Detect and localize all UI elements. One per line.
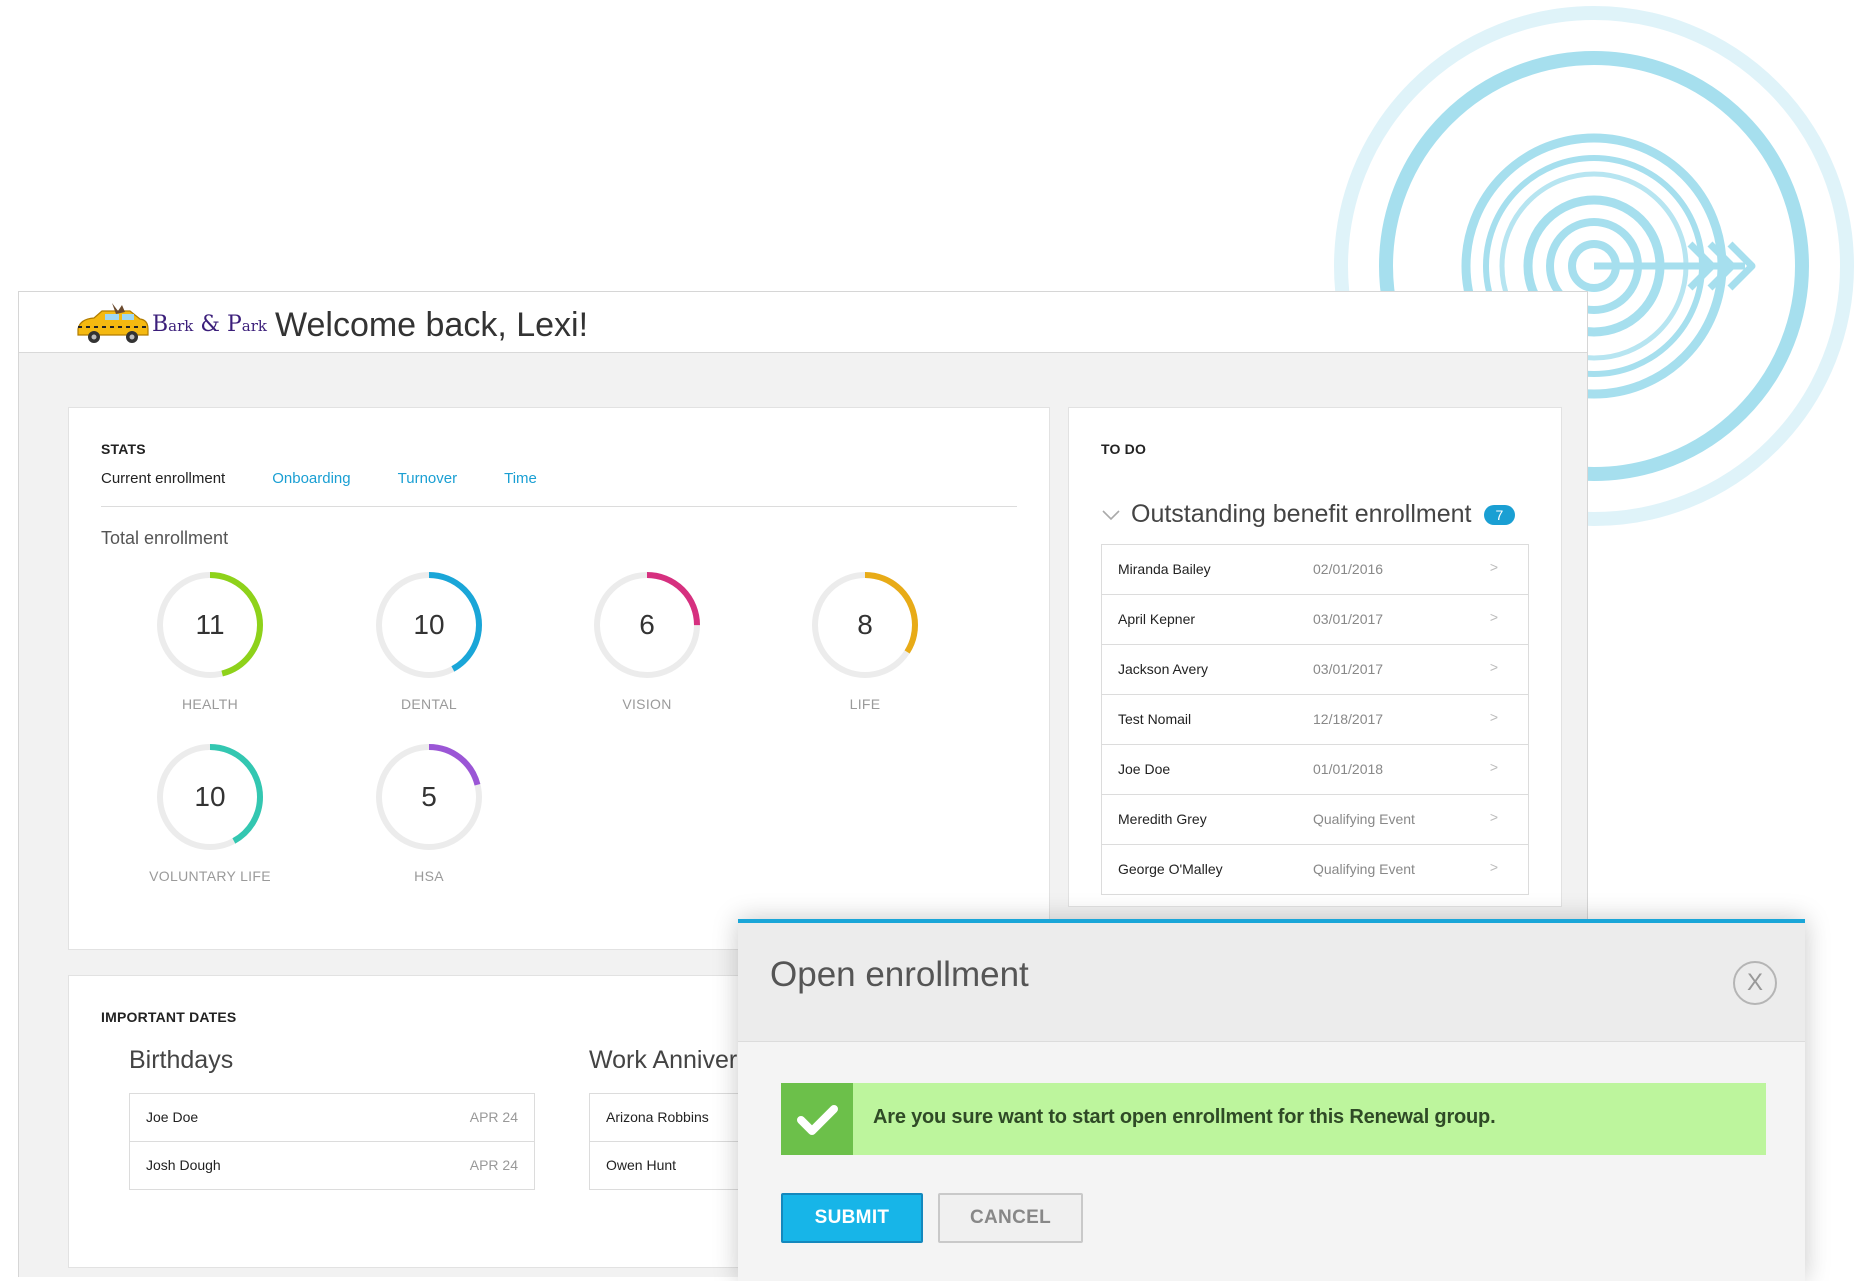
donut-value: 6 <box>639 609 655 640</box>
donut-value: 10 <box>194 781 226 812</box>
donut-label: VISION <box>622 696 672 712</box>
employee-name: Joe Doe <box>1118 761 1171 777</box>
todo-row[interactable]: Joe Doe 01/01/2018 > <box>1102 745 1528 795</box>
donut-label: HSA <box>414 868 444 884</box>
birthdays-list: Joe Doe APR 24 Josh Dough APR 24 <box>129 1093 535 1190</box>
enrollment-date: 02/01/2016 <box>1313 561 1384 577</box>
birthdays-title: Birthdays <box>129 1046 234 1074</box>
todo-row[interactable]: Jackson Avery 03/01/2017 > <box>1102 645 1528 695</box>
todo-heading: Outstanding benefit enrollment <box>1131 500 1472 528</box>
donut-value: 8 <box>857 609 873 640</box>
person-name: Arizona Robbins <box>606 1109 709 1125</box>
chevron-right-icon: > <box>1489 559 1498 575</box>
todo-row[interactable]: Miranda Bailey 02/01/2016 > <box>1102 545 1528 595</box>
important-dates-title: IMPORTANT DATES <box>101 1009 237 1025</box>
tab-turnover[interactable]: Turnover <box>398 470 457 490</box>
employee-name: Miranda Bailey <box>1118 561 1211 577</box>
open-enrollment-modal: Open enrollment X Are you sure want to s… <box>738 919 1805 1281</box>
tab-onboarding[interactable]: Onboarding <box>272 470 350 490</box>
todo-section-toggle[interactable]: Outstanding benefit enrollment 7 <box>1101 500 1516 529</box>
todo-row[interactable]: Test Nomail 12/18/2017 > <box>1102 695 1528 745</box>
brand-name: Bark & Park <box>152 312 267 337</box>
modal-header: Open enrollment X <box>738 923 1805 1042</box>
chevron-right-icon: > <box>1489 859 1498 875</box>
donut-vision: 6 VISION <box>592 570 702 712</box>
chevron-down-icon <box>1102 509 1120 520</box>
enrollment-date: Qualifying Event <box>1313 811 1415 827</box>
enrollment-date: 03/01/2017 <box>1313 661 1384 677</box>
chevron-right-icon: > <box>1489 809 1498 825</box>
divider <box>101 506 1017 507</box>
modal-title: Open enrollment <box>770 955 1029 994</box>
list-item: Joe Doe APR 24 <box>130 1094 534 1142</box>
submit-button[interactable]: SUBMIT <box>781 1193 923 1243</box>
donut-value: 10 <box>413 609 445 640</box>
stats-tabs: Current enrollment Onboarding Turnover T… <box>101 470 584 490</box>
donut-label: LIFE <box>849 696 881 712</box>
list-item: Josh Dough APR 24 <box>130 1142 534 1190</box>
donut-dental: 10 DENTAL <box>374 570 484 712</box>
todo-list: Miranda Bailey 02/01/2016 > April Kepner 03… <box>1101 544 1529 895</box>
todo-row[interactable]: Meredith Grey Qualifying Event > <box>1102 795 1528 845</box>
todo-row[interactable]: George O'Malley Qualifying Event > <box>1102 845 1528 895</box>
employee-name: George O'Malley <box>1118 861 1223 877</box>
donut-voluntary-life: 10 VOLUNTARY LIFE <box>149 742 271 884</box>
stats-subtitle: Total enrollment <box>101 528 229 548</box>
donut-life: 8 LIFE <box>810 570 920 712</box>
cancel-button[interactable]: CANCEL <box>938 1193 1083 1243</box>
close-icon[interactable]: X <box>1733 961 1777 1005</box>
enrollment-date: 03/01/2017 <box>1313 611 1384 627</box>
donut-label: DENTAL <box>401 696 457 712</box>
enrollment-date: 12/18/2017 <box>1313 711 1384 727</box>
employee-name: Jackson Avery <box>1118 661 1209 677</box>
stats-card: STATS Current enrollment Onboarding Turn… <box>68 407 1050 950</box>
donut-label: HEALTH <box>182 696 238 712</box>
employee-name: Test Nomail <box>1118 711 1192 727</box>
date-label: APR 24 <box>469 1157 518 1173</box>
donut-label: VOLUNTARY LIFE <box>149 868 271 884</box>
todo-title: TO DO <box>1101 441 1147 457</box>
donut-value: 11 <box>195 609 225 640</box>
todo-row[interactable]: April Kepner 03/01/2017 > <box>1102 595 1528 645</box>
count-badge: 7 <box>1483 504 1516 525</box>
todo-card: TO DO Outstanding benefit enrollment 7 M… <box>1068 407 1562 907</box>
donut-health: 11 HEALTH <box>155 570 265 712</box>
confirmation-alert: Are you sure want to start open enrollme… <box>781 1083 1766 1155</box>
chevron-right-icon: > <box>1489 609 1498 625</box>
chevron-right-icon: > <box>1489 759 1498 775</box>
donut-hsa: 5 HSA <box>374 742 484 884</box>
alert-message: Are you sure want to start open enrollme… <box>873 1106 1496 1128</box>
tab-time[interactable]: Time <box>504 470 537 490</box>
stats-title: STATS <box>101 441 146 457</box>
tab-current-enrollment[interactable]: Current enrollment <box>101 470 225 490</box>
person-name: Owen Hunt <box>606 1157 677 1173</box>
welcome-title: Welcome back, Lexi! <box>275 306 589 344</box>
enrollment-date: Qualifying Event <box>1313 861 1415 877</box>
employee-name: Meredith Grey <box>1118 811 1207 827</box>
employee-name: April Kepner <box>1118 611 1196 627</box>
date-label: APR 24 <box>469 1109 518 1125</box>
person-name: Josh Dough <box>146 1157 221 1173</box>
chevron-right-icon: > <box>1489 659 1498 675</box>
check-icon <box>781 1083 853 1155</box>
enrollment-date: 01/01/2018 <box>1313 761 1384 777</box>
person-name: Joe Doe <box>146 1109 199 1125</box>
app-header: Bark & Park Welcome back, Lexi! <box>19 292 1587 353</box>
anniversaries-title: Work Anniver <box>589 1046 738 1074</box>
chevron-right-icon: > <box>1489 709 1498 725</box>
donut-value: 5 <box>421 781 437 812</box>
